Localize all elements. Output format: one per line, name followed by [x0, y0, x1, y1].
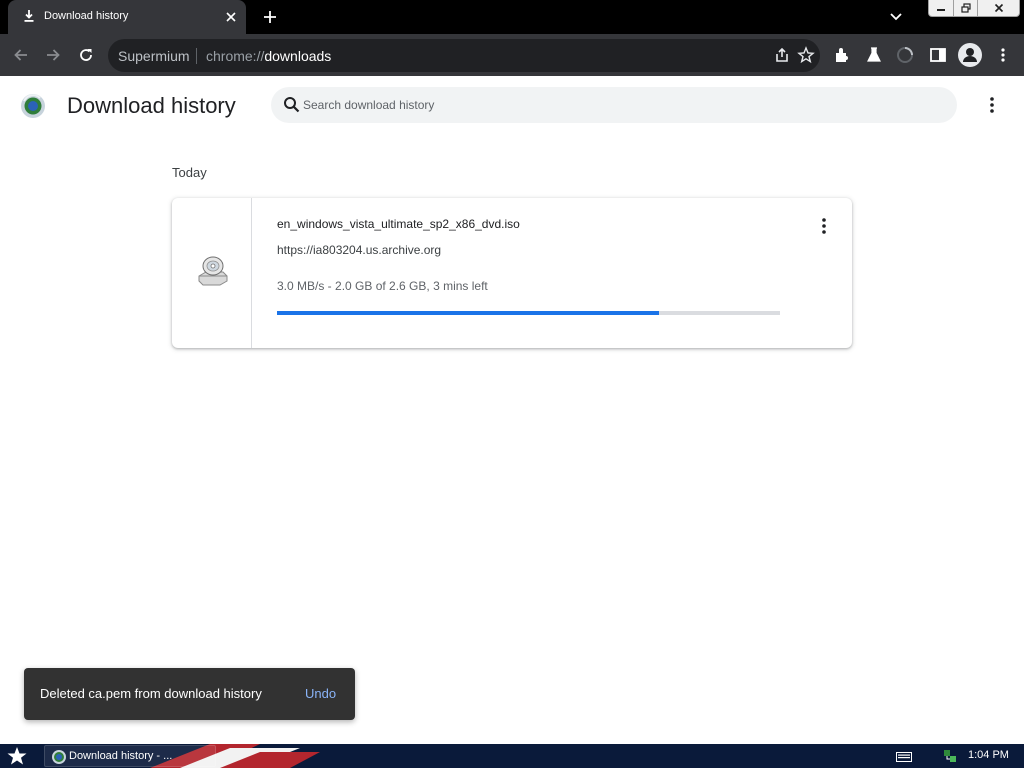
download-more-actions-icon[interactable] — [814, 216, 834, 236]
extensions-icon[interactable] — [833, 46, 851, 64]
reload-icon[interactable] — [77, 46, 95, 64]
url-scheme: chrome:// — [206, 48, 265, 64]
undo-button[interactable]: Undo — [305, 686, 336, 701]
download-icon — [24, 10, 34, 22]
section-date-heading: Today — [172, 165, 207, 180]
toast-notification: Deleted ca.pem from download history Und… — [24, 668, 355, 720]
file-icon-column — [172, 198, 252, 348]
url-host: downloads — [264, 48, 332, 64]
profile-icon[interactable] — [958, 43, 982, 67]
share-icon[interactable] — [773, 46, 791, 64]
restore-button[interactable] — [953, 0, 978, 17]
close-icon — [994, 3, 1003, 13]
browser-brand-label: Supermium — [118, 48, 190, 64]
taskbar-clock: 1:04 PM — [968, 749, 1009, 761]
search-icon — [284, 97, 300, 113]
taskbar-item-browser[interactable]: Download history - ... — [44, 745, 216, 767]
toast-message: Deleted ca.pem from download history — [40, 686, 262, 701]
menu-icon[interactable] — [994, 46, 1012, 64]
side-panel-icon[interactable] — [929, 46, 947, 64]
tab-title: Download history — [44, 10, 129, 22]
page-title: Download history — [67, 93, 236, 118]
omnibox-url[interactable]: chrome://downloads — [206, 48, 331, 64]
labs-icon[interactable] — [865, 46, 883, 64]
browser-toolbar: Supermium chrome://downloads — [0, 34, 1024, 76]
tab-strip: Download history — [0, 0, 1024, 34]
minimize-icon — [937, 9, 945, 11]
download-progress-bar — [277, 311, 780, 315]
keyboard-icon[interactable] — [896, 752, 912, 762]
forward-icon[interactable] — [44, 46, 62, 64]
omnibox-divider — [196, 48, 197, 64]
download-progress-fill — [277, 311, 660, 315]
window-close-button[interactable] — [977, 0, 1020, 17]
new-tab-icon[interactable] — [262, 9, 278, 25]
download-item-card: en_windows_vista_ultimate_sp2_x86_dvd.is… — [172, 198, 852, 348]
start-button-icon[interactable] — [6, 746, 28, 766]
taskbar: Download history - ... 1:04 PM — [0, 744, 1024, 768]
search-box[interactable] — [271, 87, 957, 123]
browser-logo-icon — [52, 750, 66, 764]
address-bar[interactable]: Supermium chrome://downloads — [108, 39, 820, 72]
restore-icon — [960, 3, 971, 13]
tab-close-icon[interactable] — [224, 10, 238, 24]
search-input[interactable] — [303, 87, 943, 123]
tab-search-chevron-icon[interactable] — [888, 10, 904, 24]
page-more-actions-icon[interactable] — [982, 95, 1002, 115]
loading-icon — [897, 47, 913, 63]
window-controls — [928, 0, 1020, 17]
minimize-button[interactable] — [928, 0, 954, 17]
tab-download-history[interactable]: Download history — [8, 0, 246, 34]
download-source-url[interactable]: https://ia803204.us.archive.org — [277, 243, 441, 257]
download-file-name[interactable]: en_windows_vista_ultimate_sp2_x86_dvd.is… — [277, 217, 520, 231]
disc-drive-icon[interactable] — [196, 254, 230, 288]
taskbar-item-label: Download history - ... — [69, 750, 173, 762]
network-icon[interactable] — [942, 748, 958, 764]
download-status: 3.0 MB/s - 2.0 GB of 2.6 GB, 3 mins left — [277, 279, 488, 293]
back-icon[interactable] — [12, 46, 30, 64]
star-icon[interactable] — [797, 46, 815, 64]
browser-logo-icon — [21, 94, 45, 118]
